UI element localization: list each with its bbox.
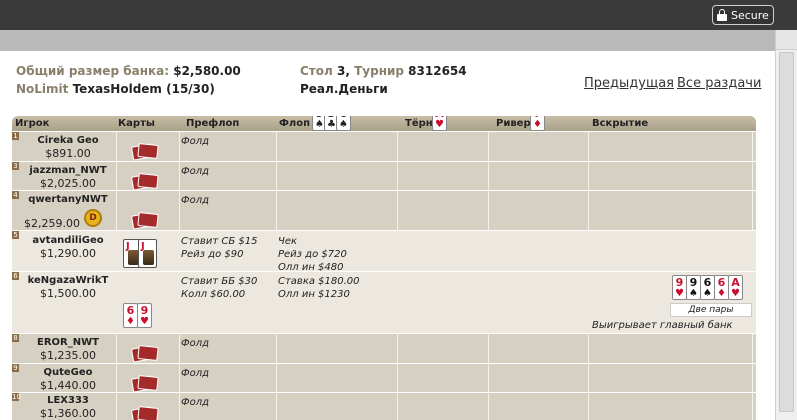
flop-card-3: 6♠ [336, 116, 351, 131]
col-turn: Тёрн [405, 118, 433, 129]
game-type: NoLimit TexasHoldem (15/30) [16, 82, 215, 96]
showdown-card-1: 9 ♥ [672, 275, 687, 300]
showdown-card-2: 9 ♠ [686, 275, 701, 300]
hidden-cards-icon [130, 211, 159, 230]
pot-label: Общий размер банка: [16, 64, 170, 78]
hole-card-2: J [138, 239, 157, 268]
table-row: 3 jazzman_NWT $2,025.00 Фолд [12, 161, 756, 191]
col-showdown: Вскрытие [592, 118, 649, 129]
table-row: 8 EROR_NWT $1,235.00 Фолд [12, 333, 756, 363]
preflop-action: Фолд [181, 397, 210, 408]
showdown-card-5: A ♥ [728, 275, 743, 300]
flop-action-2: Рейз до $720 [278, 249, 347, 260]
river-card: 7♦ [530, 116, 545, 131]
hidden-cards-icon [130, 405, 159, 420]
flop-action-1: Чек [278, 236, 298, 247]
vertical-scrollbar[interactable] [775, 30, 797, 420]
preflop-action-2: Рейз до $90 [181, 249, 244, 260]
player-name: Cireka Geo [37, 135, 99, 146]
winner-text: Выигрывает главный банк [592, 320, 733, 331]
player-name: QuteGeo [43, 367, 93, 378]
turn-card: A♥ [432, 116, 447, 131]
hole-card-2: 9 ♥ [137, 303, 152, 328]
player-stack: $2,025.00 [40, 177, 96, 190]
hidden-cards-icon [130, 344, 159, 363]
table-row: 10 LEX333 $1,360.00 Фолд [12, 392, 756, 420]
hand-combination: Две пары [670, 303, 752, 317]
preflop-action: Фолд [181, 338, 210, 349]
preflop-action-2: Колл $60.00 [181, 289, 246, 300]
money-type: Реал.Деньги [300, 82, 388, 96]
player-stack: $891.00 [45, 147, 91, 160]
table-row: 1 Cireka Geo $891.00 Фолд [12, 131, 756, 161]
preflop-action-1: Ставит СБ $15 [181, 236, 258, 247]
preflop-action-1: Ставит ББ $30 [181, 276, 258, 287]
hole-card-1: 6 ♦ [123, 303, 138, 328]
hand-history-table: Игрок Карты Префлоп Флоп Тёрн Ривер Вскр… [12, 116, 756, 420]
player-name: LEX333 [47, 395, 89, 406]
showdown-card-4: 6 ♦ [714, 275, 729, 300]
table-value: 3, [336, 64, 350, 78]
table-row: 6 keNgazaWrikT $1,500.00 6 ♦ 9 ♥ Ставит ББ… [12, 271, 756, 333]
table-row: 5 avtandiliGeo $1,290.00 J J Ставит СБ $… [12, 230, 756, 273]
player-name: jazzman_NWT [29, 165, 107, 176]
player-name: avtandiliGeo [32, 235, 104, 246]
hidden-cards-icon [130, 374, 159, 393]
scroll-thumb[interactable] [779, 52, 794, 412]
player-name: EROR_NWT [37, 337, 99, 348]
player-stack: $1,360.00 [40, 407, 96, 420]
player-name: qwertanyNWT [28, 194, 108, 205]
lock-icon [717, 9, 727, 21]
preflop-action: Фолд [181, 368, 210, 379]
table-row: 9 QuteGeo $1,440.00 Фолд [12, 363, 756, 393]
table-header: Игрок Карты Префлоп Флоп Тёрн Ривер Вскр… [12, 116, 756, 131]
preflop-action: Фолд [181, 136, 210, 147]
tournament-label: Турнир [354, 64, 404, 78]
secure-label: Secure [731, 8, 769, 22]
col-player: Игрок [15, 118, 50, 129]
col-flop: Флоп [279, 118, 311, 129]
player-stack: $1,440.00 [40, 379, 96, 392]
player-stack: $2,259.00 [24, 217, 80, 230]
previous-hand-link[interactable]: Предыдущая [584, 76, 674, 91]
table-tournament: Стол 3, Турнир 8312654 [300, 64, 467, 78]
player-stack: $1,290.00 [40, 247, 96, 260]
hidden-cards-icon [130, 172, 159, 191]
table-row: 4 qwertanyNWT $2,259.00 D Фолд [12, 190, 756, 230]
toolbar-strip [0, 30, 775, 51]
flop-action-2: Олл ин $1230 [278, 289, 350, 300]
flop-action-1: Ставка $180.00 [278, 276, 360, 287]
dealer-button-icon: D [84, 209, 102, 227]
showdown-card-3: 6 ♠ [700, 275, 715, 300]
tournament-value: 8312654 [408, 64, 467, 78]
scroll-up-button[interactable] [776, 30, 797, 50]
col-river: Ривер [496, 118, 531, 129]
hidden-cards-icon [130, 142, 159, 161]
col-preflop: Префлоп [186, 118, 240, 129]
player-name: keNgazaWrikT [27, 275, 109, 286]
pot-value: $2,580.00 [173, 64, 241, 78]
player-stack: $1,235.00 [40, 349, 96, 362]
preflop-action: Фолд [181, 166, 210, 177]
col-cards: Карты [118, 118, 155, 129]
all-hands-link[interactable]: Все раздачи [677, 76, 761, 91]
secure-badge[interactable]: Secure [712, 5, 774, 25]
table-label: Стол [300, 64, 333, 78]
game-label: NoLimit [16, 82, 69, 96]
browser-top-bar: Secure [0, 0, 797, 30]
preflop-action: Фолд [181, 195, 210, 206]
game-value: TexasHoldem (15/30) [72, 82, 215, 96]
pot-size: Общий размер банка: $2,580.00 [16, 64, 241, 78]
player-stack: $1,500.00 [40, 287, 96, 300]
